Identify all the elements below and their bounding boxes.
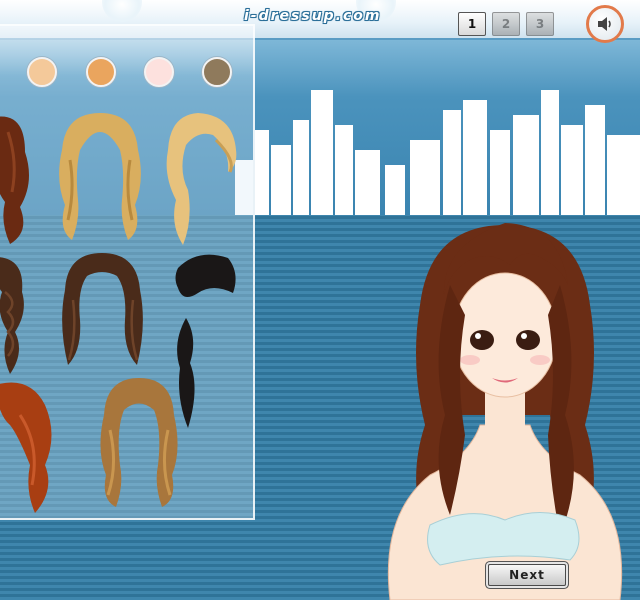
skin-tone-swatch-4[interactable] <box>202 57 232 87</box>
skin-tone-swatch-1[interactable] <box>27 57 57 87</box>
hair-option-honey-brown-curls[interactable] <box>92 375 187 510</box>
hair-option-copper-red-wavy[interactable] <box>0 375 65 515</box>
hair-option-dark-auburn-wavy[interactable] <box>0 112 40 247</box>
model-right-eye <box>516 330 540 350</box>
page-button-2[interactable]: 2 <box>492 12 520 36</box>
hair-option-golden-blonde-curls[interactable] <box>50 110 150 245</box>
sound-toggle-button[interactable] <box>586 5 624 43</box>
hair-option-dark-brown-braid[interactable] <box>0 252 35 377</box>
model-left-eye <box>470 330 494 350</box>
next-button[interactable]: Next <box>488 564 566 586</box>
model-face <box>452 272 558 398</box>
speaker-icon <box>598 17 611 31</box>
page-button-1[interactable]: 1 <box>458 12 486 36</box>
skin-tone-swatch-2[interactable] <box>86 57 116 87</box>
page-selector: 1 2 3 <box>458 12 554 36</box>
page-button-3[interactable]: 3 <box>526 12 554 36</box>
hair-option-dark-brown-long[interactable] <box>55 250 150 370</box>
dressup-model <box>387 223 623 600</box>
game-stage: i-dressup.com 1 2 3 Next <box>0 0 640 600</box>
site-logo[interactable]: i-dressup.com <box>244 8 382 24</box>
skin-tone-swatch-3[interactable] <box>144 57 174 87</box>
hair-option-light-blonde-ponytail[interactable] <box>158 110 243 250</box>
city-skyline <box>235 90 640 215</box>
